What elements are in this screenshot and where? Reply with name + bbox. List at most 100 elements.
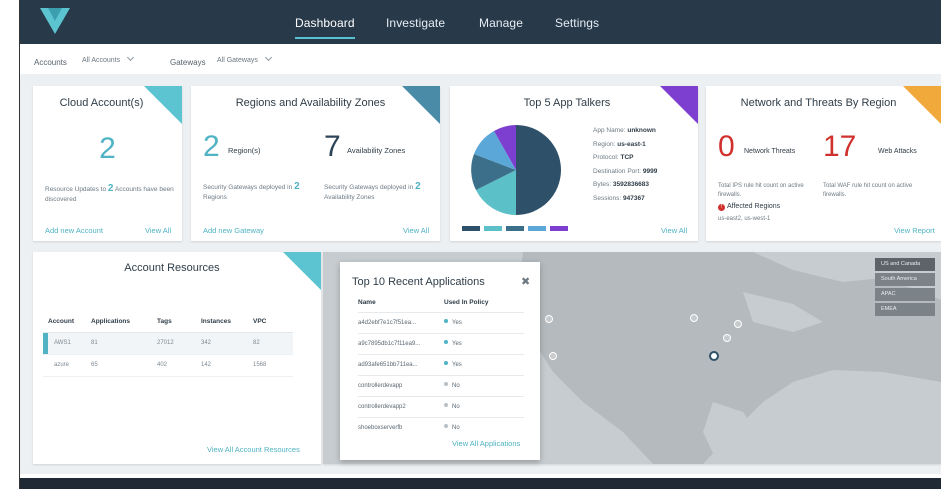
map-location-marker[interactable] <box>723 334 731 342</box>
detail-value: us-east-1 <box>617 140 646 148</box>
gateways-dropdown[interactable]: All Gateways <box>217 53 272 70</box>
column-header[interactable]: VPC <box>253 312 293 333</box>
card-title: Top 5 App Talkers <box>523 97 611 109</box>
table-cell: 1568 <box>253 354 293 377</box>
account-resources-card: Account Resources Account Applications T… <box>33 252 321 464</box>
column-header[interactable]: Used In Policy <box>444 294 524 312</box>
recent-applications-popup: Top 10 Recent Applications ✖ Name Used I… <box>340 262 540 460</box>
table-cell: 402 <box>157 354 201 377</box>
map-location-marker[interactable] <box>734 320 742 328</box>
table-row[interactable]: azure 65 402 142 1568 <box>43 354 293 377</box>
column-header[interactable]: Instances <box>201 312 253 333</box>
policy-status-text: Yes <box>452 340 462 347</box>
legend-swatch[interactable] <box>550 226 568 231</box>
view-all-applications-link[interactable]: View All Applications <box>452 439 520 448</box>
column-header[interactable]: Applications <box>91 312 157 333</box>
table-row[interactable]: ad93afe651bb711ea... Yes <box>358 353 524 375</box>
legend-swatch[interactable] <box>528 226 546 231</box>
tab-investigate[interactable]: Investigate <box>386 16 445 30</box>
footer-bar <box>20 478 941 489</box>
status-dot-icon <box>444 360 448 365</box>
app-name: controllerdevapp <box>358 374 444 396</box>
map-location-marker[interactable] <box>690 314 698 322</box>
view-all-talkers-link[interactable]: View All <box>661 226 687 235</box>
detail-row: Region: us-east-1 <box>593 138 693 152</box>
table-row[interactable]: controllerdevapp No <box>358 374 524 396</box>
table-row[interactable]: shoeboxserverfb No <box>358 416 524 438</box>
resource-updates-note: Resource Updates to 2 Accounts have been… <box>45 184 177 205</box>
table-cell: AWS1 <box>43 332 91 355</box>
legend-swatch[interactable] <box>506 226 524 231</box>
region-filter-apac[interactable]: APAC <box>875 288 935 301</box>
table-row[interactable]: a4d2ebf7e1c7f51ea... Yes <box>358 311 524 333</box>
region-filter-south-america[interactable]: South America <box>875 273 935 286</box>
map-location-marker[interactable] <box>545 315 553 323</box>
app-talkers-pie-chart[interactable] <box>468 122 564 218</box>
recent-applications-table: Name Used In Policy a4d2ebf7e1c7f51ea...… <box>358 294 524 438</box>
app-frame: Dashboard Investigate Manage Settings Ac… <box>0 0 941 489</box>
alert-icon: ! <box>718 204 725 211</box>
app-name: a9c7895db1c7f11ea9... <box>358 332 444 354</box>
column-header[interactable]: Name <box>358 294 444 312</box>
detail-label: Region: <box>593 140 616 148</box>
app-name: shoeboxserverfb <box>358 416 444 438</box>
view-all-accounts-link[interactable]: View All <box>145 226 171 235</box>
note-text: Resource Updates to <box>45 186 107 193</box>
detail-label: Sessions: <box>593 194 622 202</box>
note-text: Availability Zones <box>324 194 375 201</box>
tab-settings[interactable]: Settings <box>555 16 599 30</box>
detail-value: 9999 <box>642 167 658 175</box>
close-icon[interactable]: ✖ <box>521 275 530 288</box>
detail-value: unknown <box>627 127 656 134</box>
pie-slice[interactable] <box>516 125 561 215</box>
gulf <box>703 402 763 464</box>
zones-label: Availability Zones <box>347 146 406 155</box>
view-all-regions-link[interactable]: View All <box>403 226 429 235</box>
tab-manage[interactable]: Manage <box>479 16 523 30</box>
detail-row: Protocol: TCP <box>593 151 693 165</box>
threats-card: Network and Threats By Region 0 Network … <box>706 86 941 241</box>
affected-regions-heading: ! Affected Regions <box>718 203 780 211</box>
legend-swatch[interactable] <box>484 226 502 231</box>
status-dot-icon <box>444 339 448 344</box>
chevron-down-icon <box>264 53 272 62</box>
table-row[interactable]: AWS1 81 27012 342 82 <box>43 332 293 355</box>
table-cell: 65 <box>91 354 157 377</box>
region-filter-us-canada[interactable]: US and Canada <box>875 258 935 271</box>
accounts-dropdown-value: All Accounts <box>82 57 121 64</box>
affected-regions-value: us-east2, us-west-1 <box>718 216 771 222</box>
view-all-account-resources-link[interactable]: View All Account Resources <box>207 445 300 454</box>
table-cell: 142 <box>201 354 253 377</box>
brand-logo-icon[interactable] <box>38 6 72 36</box>
chevron-down-icon <box>127 53 135 62</box>
add-account-link[interactable]: Add new Account <box>45 226 103 235</box>
detail-row: Bytes: 3592836683 <box>593 178 693 192</box>
tab-dashboard[interactable]: Dashboard <box>295 16 355 39</box>
policy-status-text: Yes <box>452 319 462 326</box>
cloud-account-count: 2 <box>99 132 116 165</box>
policy-status: Yes <box>444 332 524 354</box>
accounts-dropdown[interactable]: All Accounts <box>82 53 135 70</box>
policy-status: No <box>444 374 524 396</box>
web-attacks-note: Total WAF rule hit count on active firew… <box>823 183 913 198</box>
web-attacks-count: 17 <box>823 130 857 163</box>
table-row[interactable]: a9c7895db1c7f11ea9... Yes <box>358 332 524 354</box>
add-gateway-link[interactable]: Add new Gateway <box>203 226 264 235</box>
map-location-marker-selected[interactable] <box>709 351 719 361</box>
accounts-filter-label: Accounts <box>34 58 67 67</box>
map-location-marker[interactable] <box>549 352 557 360</box>
region-filter-emea[interactable]: EMEA <box>875 303 935 316</box>
column-header[interactable]: Tags <box>157 312 201 333</box>
detail-row: Sessions: 947367 <box>593 192 693 206</box>
legend-swatch[interactable] <box>462 226 480 231</box>
affected-regions-label: Affected Regions <box>727 203 781 210</box>
view-report-link[interactable]: View Report <box>894 226 935 235</box>
dashboard-area: Cloud Account(s) 2 Resource Updates to 2… <box>20 74 941 474</box>
app-name: ad93afe651bb711ea... <box>358 353 444 375</box>
column-header[interactable]: Account <box>43 312 91 333</box>
detail-value: 947367 <box>623 194 645 202</box>
detail-value: TCP <box>620 154 634 161</box>
table-cell: 27012 <box>157 332 201 355</box>
policy-status-text: No <box>452 403 460 410</box>
table-row[interactable]: controllerdevapp2 No <box>358 395 524 417</box>
